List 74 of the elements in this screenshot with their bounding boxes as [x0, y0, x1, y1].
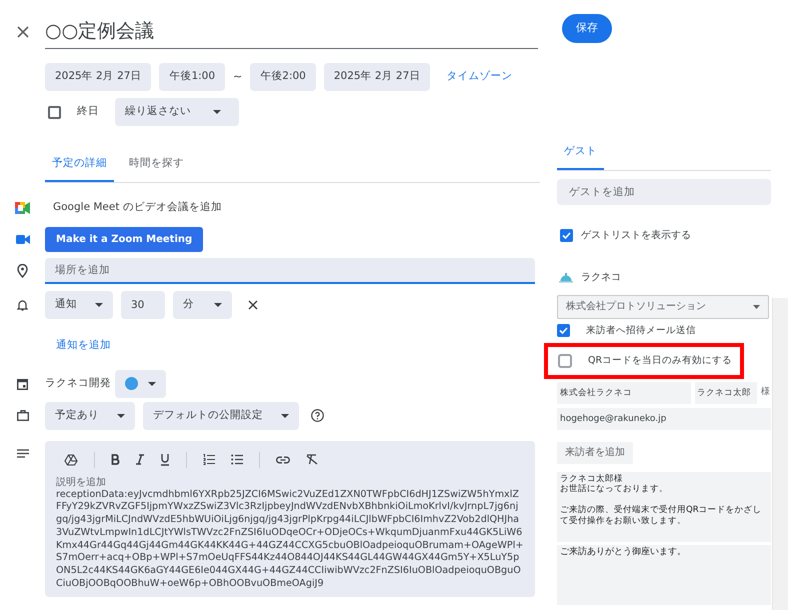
- service-bell-icon: [559, 272, 573, 284]
- all-day-label: 終日: [77, 104, 99, 120]
- show-guest-list-checkbox[interactable]: [560, 229, 573, 242]
- message-line: ラクネコ太郎様: [560, 474, 624, 484]
- organization-dropdown[interactable]: 株式会社プロトソリューション: [557, 294, 769, 319]
- close-icon[interactable]: [16, 26, 28, 38]
- zoom-meeting-button[interactable]: Make it a Zoom Meeting: [45, 227, 204, 252]
- calendar-color-dropdown[interactable]: [115, 370, 166, 398]
- location-pin-icon: [17, 264, 28, 278]
- title-field[interactable]: ○○定例会議: [45, 15, 538, 49]
- add-guests-field[interactable]: ゲストを追加: [557, 178, 771, 205]
- message-line: ご来訪の際、受付端末で受付用QRコードをかざして受付操作をお願い致します。: [560, 505, 763, 526]
- caret-icon: [213, 110, 221, 114]
- calendar-icon: [17, 378, 28, 390]
- description-placeholder: 説明を追加: [56, 476, 107, 489]
- repeat-dropdown[interactable]: 繰り返さない: [115, 98, 239, 126]
- end-date-button[interactable]: 2025年 2月 27日: [324, 63, 430, 91]
- caret-icon: [148, 382, 156, 386]
- visibility-dropdown[interactable]: デフォルトの公開設定: [143, 402, 299, 430]
- caret-icon: [281, 414, 289, 418]
- end-time-button[interactable]: 午後2:00: [250, 63, 316, 91]
- help-icon[interactable]: [311, 409, 324, 422]
- bell-icon: [17, 298, 28, 311]
- guests-tab[interactable]: ゲスト: [557, 138, 604, 170]
- video-camera-icon: [16, 235, 30, 244]
- option-checkbox[interactable]: [557, 324, 570, 338]
- mail-message-field[interactable]: ラクネコ太郎様 お世話になっております。 ご来訪の際、受付端末で受付用QRコードをかざして受付操作をお願い致します。: [557, 472, 771, 542]
- tab[interactable]: 時間を探す: [122, 150, 191, 182]
- visitor-name-field[interactable]: ラクネコ太郎: [695, 382, 757, 404]
- all-day-checkbox[interactable]: [48, 106, 61, 118]
- notification-time-field[interactable]: 30: [121, 290, 165, 319]
- time-unit-dropdown[interactable]: 分: [173, 290, 232, 319]
- add-notification-link[interactable]: 通知を追加: [56, 338, 111, 354]
- timezone-link[interactable]: タイムゾーン: [446, 69, 512, 85]
- range-separator: ~: [233, 68, 242, 85]
- briefcase-icon: [16, 410, 28, 422]
- caret-icon: [214, 302, 222, 307]
- option-checkbox[interactable]: [558, 354, 572, 368]
- drive-icon[interactable]: [64, 454, 78, 466]
- bold-icon[interactable]: [111, 454, 120, 466]
- location-field[interactable]: 場所を追加: [45, 258, 535, 284]
- link-icon[interactable]: [276, 456, 290, 464]
- save-button[interactable]: 保存: [562, 14, 612, 42]
- numbered-list-icon[interactable]: [203, 454, 215, 466]
- option-label: 来訪者へ招待メール送信: [586, 324, 696, 338]
- italic-icon[interactable]: [136, 454, 144, 466]
- option-label: QRコードを当日のみ有効にする: [588, 354, 732, 368]
- visitor-company-field[interactable]: 株式会社ラクネコ: [557, 382, 691, 404]
- description-text: receptionData:eyJvcmdhbml6YXRpb25JZCI6MSwic2VuZEd1ZXN0TWFpbCI6dHJ1ZSwiZW5hYmxlZFFyY29kZVRvZGF5IjpmYWxzZSwiZ3Vlc3RzIjpbeyJndWVzdENvbXBhbnkiOiLmoKrlvI/kvJrnpL7jg6njgq/jg43jgrMiLCJndWVzdE5hbWUiOiLjg6njgq/jg43jgrPlpKrpg44iLCJlbWFpbCI6ImhvZ2Vob2dlQHJha3VuZWtvLmpwIn1dLCJtYWlsTWVzc2FnZSI6IuODqeOCr+ODjeOCs+WkqumDjuanmFxu44GK5LiW6Kmx44Gr44Gq44Gj44Gm44GK44KK44G+44GZ44CCXG5cbuOBlOadpeioquOBrumam+OAgeWPl+S7mOerr+acq+OBp+WPl+S7mOeUqFFS44Kz44O844OJ44KS44GL44GW44GX44Gm5Y+X5LuY5pON5L2c44KS44GK6aGY44GE6Ie044GX44G+44GZ44CCIiwibWVzc2FnZSI6IuOBlOadpeioquOBguOCiuOBjOOBqOOBhuW+oeW6p+OBhOOBvuOBmeOAgiJ9: [56, 488, 524, 590]
- underline-icon[interactable]: [160, 454, 170, 466]
- tab[interactable]: 予定の詳細: [45, 150, 114, 182]
- caret-icon: [753, 304, 760, 309]
- caret-icon: [117, 414, 125, 418]
- description-field[interactable]: [45, 440, 535, 597]
- clear-formatting-icon[interactable]: [306, 454, 318, 466]
- description-icon: [16, 448, 28, 458]
- message-field[interactable]: ご来訪ありがとう御座います。: [557, 544, 771, 605]
- add-visitor-button[interactable]: 来訪者を追加: [557, 442, 633, 464]
- start-date-button[interactable]: 2025年 2月 27日: [45, 63, 152, 91]
- start-time-button[interactable]: 午後1:00: [159, 63, 226, 91]
- notification-type-dropdown[interactable]: 通知: [45, 290, 113, 319]
- show-guest-list-label: ゲストリストを表示する: [581, 228, 691, 244]
- remove-icon[interactable]: [248, 300, 258, 310]
- calendar-name: ラクネコ開発: [45, 376, 111, 391]
- add-video-call-link[interactable]: Google Meet のビデオ会議を追加: [53, 200, 222, 216]
- caret-icon: [95, 302, 103, 307]
- video-call-icon: [15, 202, 30, 214]
- visitor-email-field[interactable]: hogehoge@rakuneko.jp: [557, 408, 771, 430]
- addon-name: ラクネコ: [581, 271, 621, 286]
- availability-dropdown[interactable]: 予定あり: [45, 402, 135, 430]
- bulleted-list-icon[interactable]: [231, 454, 243, 466]
- honorific-label: 様: [761, 386, 770, 399]
- scrollbar[interactable]: [772, 298, 788, 610]
- message-line: お世話になっております。: [560, 484, 669, 495]
